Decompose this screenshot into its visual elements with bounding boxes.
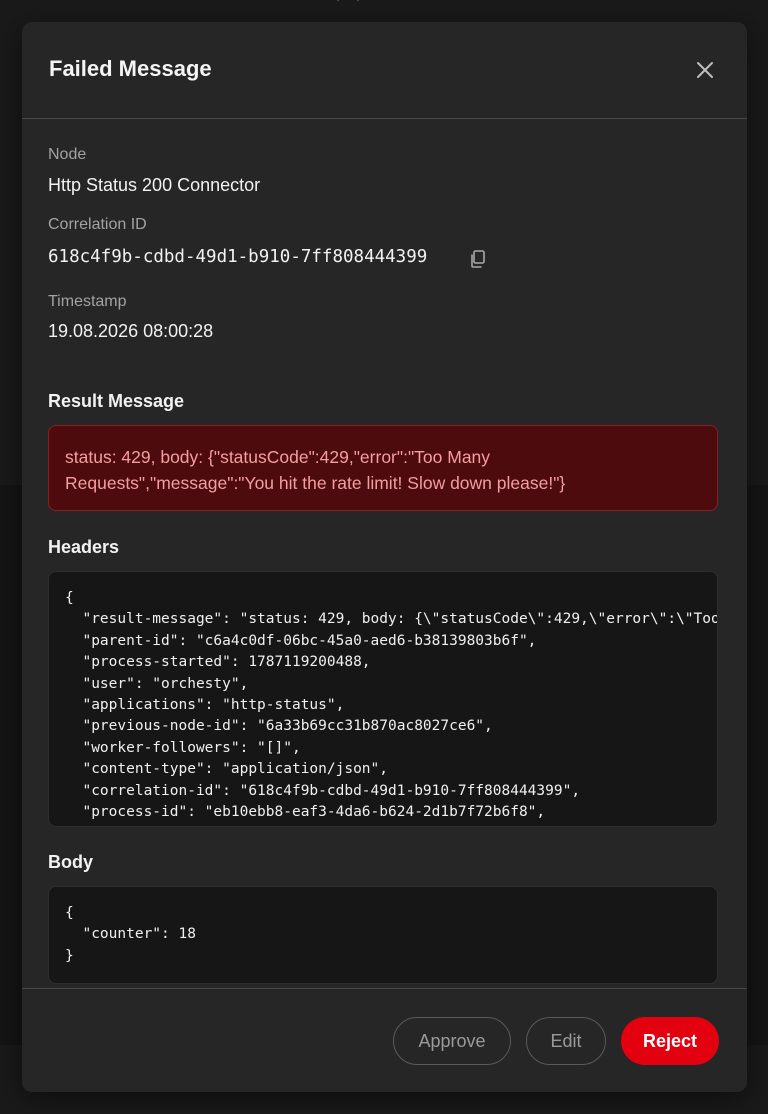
headers-code-box[interactable]: { "result-message": "status: 429, body: …	[48, 571, 718, 827]
close-icon	[697, 62, 713, 78]
result-message-box: status: 429, body: {"statusCode":429,"er…	[48, 425, 718, 511]
node-value: Http Status 200 Connector	[48, 175, 261, 195]
body-json: { "counter": 18 }	[65, 905, 196, 964]
copy-icon	[471, 250, 485, 268]
node-label: Node	[48, 146, 87, 163]
close-button[interactable]	[691, 56, 719, 84]
timestamp-value: 19.08.2026 08:00:28	[48, 321, 214, 341]
modal-title: Failed Message	[49, 56, 212, 81]
modal-header: Failed Message	[22, 22, 747, 119]
timestamp-label: Timestamp	[48, 293, 127, 310]
result-message-title: Result Message	[48, 391, 185, 411]
headers-json: { "result-message": "status: 429, body: …	[65, 590, 718, 821]
correlation-id-value: 618c4f9b-cdbd-49d1-b910-7ff808444399	[48, 247, 428, 267]
correlation-id-label: Correlation ID	[48, 216, 147, 233]
copy-correlation-id-button[interactable]	[468, 249, 488, 269]
headers-title: Headers	[48, 537, 120, 557]
result-message-text: status: 429, body: {"statusCode":429,"er…	[65, 447, 566, 493]
modal-footer: Approve Edit Reject	[22, 988, 747, 1092]
failed-message-modal: Failed Message Node Http Status 200 Conn…	[22, 22, 747, 1092]
edit-button[interactable]: Edit	[526, 1017, 606, 1065]
approve-button[interactable]: Approve	[393, 1017, 511, 1065]
body-title: Body	[48, 852, 93, 872]
chevron-up-icon	[336, 0, 360, 12]
reject-button[interactable]: Reject	[621, 1017, 719, 1065]
body-code-box[interactable]: { "counter": 18 }	[48, 886, 718, 984]
